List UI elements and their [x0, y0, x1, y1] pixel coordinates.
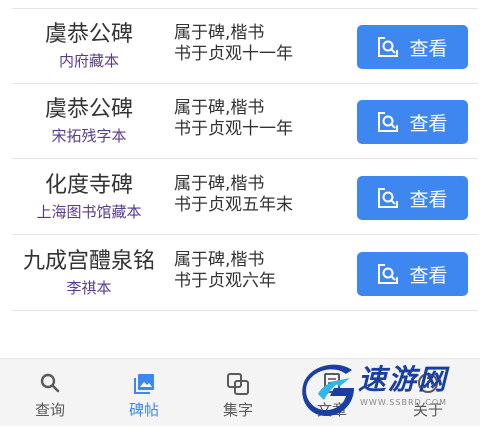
rubbing-type: 属于碑,楷书: [174, 174, 265, 194]
overlap-squares-icon: [227, 373, 249, 395]
list-item[interactable]: 九成宫醴泉铭 李祺本 属于碑,楷书 书于贞观六年 查看: [12, 236, 478, 311]
tab-label: 集字: [222, 401, 253, 419]
rubbing-description: 属于碑,楷书 书于贞观十一年: [174, 23, 293, 65]
rubbing-name: 虞恭公碑: [44, 97, 133, 122]
view-icon: [378, 37, 399, 57]
rubbing-edition: 内府藏本: [58, 52, 119, 70]
list-item[interactable]: 虞恭公碑 内府藏本 属于碑,楷书 书于贞观十一年 查看: [12, 9, 478, 84]
rubbing-type: 属于碑,楷书: [174, 98, 265, 118]
watermark-url: WWW.SSBRD.COM: [360, 398, 448, 407]
view-button[interactable]: 查看: [357, 176, 468, 220]
rubbing-edition: 宋拓残字本: [51, 127, 127, 145]
rubbing-name: 九成宫醴泉铭: [22, 249, 155, 274]
image-icon: [134, 374, 154, 394]
rubbing-edition: 上海图书馆藏本: [36, 203, 142, 221]
rubbing-title: 虞恭公碑 内府藏本: [12, 9, 166, 83]
watermark-logo-icon: [302, 364, 354, 416]
rubbing-description: 属于碑,楷书 书于贞观十一年: [174, 98, 293, 140]
rubbing-title: 化度寺碑 上海图书馆藏本: [12, 160, 166, 234]
view-button-label: 查看: [409, 264, 448, 287]
tab-search[interactable]: 查询: [2, 359, 98, 427]
rubbing-title: 虞恭公碑 宋拓残字本: [12, 84, 166, 158]
rubbing-type: 属于碑,楷书: [174, 250, 265, 270]
rubbing-type: 属于碑,楷书: [174, 23, 265, 43]
rubbing-description: 属于碑,楷书 书于贞观六年: [174, 250, 276, 292]
rubbing-name: 虞恭公碑: [44, 22, 133, 47]
view-button-label: 查看: [409, 188, 448, 211]
rubbing-list: 虞恭公碑 内府藏本 属于碑,楷书 书于贞观十一年 查看 虞恭公碑 宋拓残字本 属…: [0, 0, 480, 358]
tab-collect-characters[interactable]: 集字: [190, 359, 286, 427]
tab-rubbings[interactable]: 碑帖: [96, 359, 192, 427]
view-icon: [378, 188, 399, 208]
tab-label: 碑帖: [128, 401, 159, 419]
watermark-text: 速游网: [358, 363, 449, 396]
search-icon: [40, 373, 60, 393]
view-button-label: 查看: [409, 37, 448, 60]
tab-label: 查询: [34, 401, 65, 419]
rubbing-date: 书于贞观五年末: [174, 195, 293, 215]
rubbing-date: 书于贞观十一年: [174, 119, 293, 139]
view-button[interactable]: 查看: [357, 252, 468, 296]
rubbing-edition: 李祺本: [66, 279, 112, 297]
watermark: 速游网 WWW.SSBRD.COM: [300, 362, 480, 418]
view-button[interactable]: 查看: [357, 100, 468, 144]
view-icon: [378, 112, 399, 132]
view-icon: [378, 264, 399, 284]
rubbing-description: 属于碑,楷书 书于贞观五年末: [174, 174, 293, 216]
rubbing-title: 九成宫醴泉铭 李祺本: [12, 236, 166, 310]
list-item[interactable]: 化度寺碑 上海图书馆藏本 属于碑,楷书 书于贞观五年末 查看: [12, 160, 478, 235]
rubbing-date: 书于贞观六年: [174, 271, 276, 291]
rubbing-name: 化度寺碑: [44, 173, 133, 198]
view-button-label: 查看: [409, 112, 448, 135]
rubbing-date: 书于贞观十一年: [174, 44, 293, 64]
view-button[interactable]: 查看: [357, 25, 468, 69]
list-item[interactable]: 虞恭公碑 宋拓残字本 属于碑,楷书 书于贞观十一年 查看: [12, 84, 478, 159]
